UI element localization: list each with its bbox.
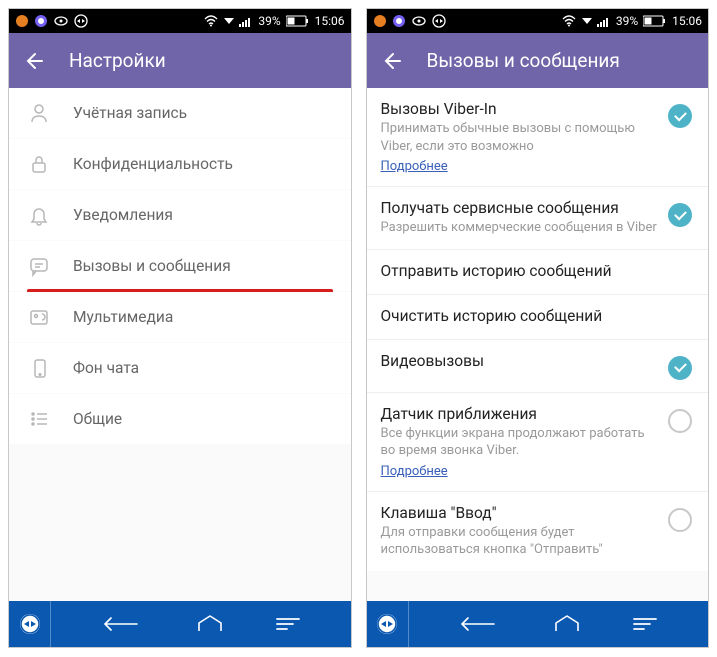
appbar-title: Настройки xyxy=(69,49,166,72)
list-icon xyxy=(27,408,51,430)
settings-row-label: Конфиденциальность xyxy=(73,155,233,173)
nav-home-icon[interactable] xyxy=(552,613,582,635)
setting-title: Датчик приближения xyxy=(381,405,659,423)
settings-list: Учётная запись Конфиденциальность Уведомле… xyxy=(9,88,351,601)
viber-icon xyxy=(34,14,48,28)
checkbox[interactable] xyxy=(668,356,692,380)
phone-right: 39% 15:06 Вызовы и сообщения Вызовы Vibe… xyxy=(366,8,710,648)
battery-icon xyxy=(286,15,310,27)
setting-title: Получать сервисные сообщения xyxy=(381,199,659,217)
bell-icon xyxy=(27,204,51,226)
settings-row-label: Мультимедиа xyxy=(73,308,173,326)
appbar-title: Вызовы и сообщения xyxy=(427,49,620,72)
setting-title: Вызовы Viber-In xyxy=(381,100,659,118)
settings-row-media[interactable]: Мультимедиа xyxy=(9,292,351,343)
settings-row-label: Фон чата xyxy=(73,359,139,377)
checkbox[interactable] xyxy=(668,104,692,128)
setting-item[interactable]: Видеовызовы xyxy=(367,339,709,392)
uc-icon xyxy=(15,14,29,28)
setting-item[interactable]: Очистить историю сообщений xyxy=(367,294,709,339)
viber-icon xyxy=(392,14,406,28)
settings-row-phone-rect[interactable]: Фон чата xyxy=(9,343,351,394)
nav-back-icon[interactable] xyxy=(458,613,502,635)
wifi-icon xyxy=(203,14,219,28)
navbar xyxy=(9,601,351,647)
clock-text: 15:06 xyxy=(315,14,345,28)
setting-item[interactable]: Датчик приближения Все функции экрана про… xyxy=(367,392,709,491)
setting-title: Очистить историю сообщений xyxy=(381,307,683,325)
back-arrow-icon[interactable] xyxy=(23,50,45,72)
back-arrow-icon[interactable] xyxy=(381,50,403,72)
settings-row-list[interactable]: Общие xyxy=(9,394,351,445)
setting-title: Отправить историю сообщений xyxy=(381,262,683,280)
wifi-icon xyxy=(561,14,577,28)
battery-text: 39% xyxy=(258,14,280,28)
navbar xyxy=(367,601,709,647)
nav-menu-icon[interactable] xyxy=(632,613,658,635)
carrot-down-icon xyxy=(224,14,234,28)
eye-icon xyxy=(411,14,427,28)
signal-icon xyxy=(597,14,611,28)
teamviewer-button[interactable] xyxy=(9,601,51,647)
carrot-down-icon xyxy=(582,14,592,28)
setting-title: Клавиша "Ввод" xyxy=(381,504,659,522)
more-link[interactable]: Подробнее xyxy=(381,159,448,174)
phone-left: 39% 15:06 Настройки Учётная запись Конфид… xyxy=(8,8,352,648)
calls-settings-list: Вызовы Viber-In Принимать обычные вызовы … xyxy=(367,88,709,601)
nav-back-icon[interactable] xyxy=(101,613,145,635)
setting-subtitle: Принимать обычные вызовы с помощью Viber… xyxy=(381,120,659,155)
settings-row-label: Уведомления xyxy=(73,206,173,224)
statusbar: 39% 15:06 xyxy=(9,9,351,33)
nav-menu-icon[interactable] xyxy=(275,613,301,635)
checkbox[interactable] xyxy=(668,508,692,532)
setting-subtitle: Все функции экрана продолжают работать в… xyxy=(381,425,659,460)
nav-home-icon[interactable] xyxy=(195,613,225,635)
settings-row-user[interactable]: Учётная запись xyxy=(9,88,351,139)
setting-title: Видеовызовы xyxy=(381,352,659,370)
checkbox[interactable] xyxy=(668,409,692,433)
setting-item[interactable]: Отправить историю сообщений xyxy=(367,249,709,294)
appbar: Вызовы и сообщения xyxy=(367,33,709,88)
lock-icon xyxy=(27,153,51,175)
battery-icon xyxy=(643,15,667,27)
eye-icon xyxy=(53,14,69,28)
setting-item[interactable]: Клавиша "Ввод" Для отправки сообщения буд… xyxy=(367,491,709,571)
phone-rect-icon xyxy=(27,357,51,379)
teamviewer-icon xyxy=(432,14,446,28)
settings-row-label: Учётная запись xyxy=(73,104,187,122)
settings-row-label: Вызовы и сообщения xyxy=(73,257,231,275)
setting-item[interactable]: Получать сервисные сообщения Разрешить ко… xyxy=(367,186,709,249)
uc-icon xyxy=(373,14,387,28)
settings-row-lock[interactable]: Конфиденциальность xyxy=(9,139,351,190)
setting-item[interactable]: Вызовы Viber-In Принимать обычные вызовы … xyxy=(367,88,709,186)
user-icon xyxy=(27,102,51,124)
clock-text: 15:06 xyxy=(672,14,702,28)
setting-subtitle: Для отправки сообщения будет использоват… xyxy=(381,524,659,559)
battery-text: 39% xyxy=(616,14,638,28)
teamviewer-icon xyxy=(74,14,88,28)
chat-icon xyxy=(27,255,51,277)
setting-subtitle: Разрешить коммерческие сообщения в Viber xyxy=(381,219,659,237)
appbar: Настройки xyxy=(9,33,351,88)
settings-row-bell[interactable]: Уведомления xyxy=(9,190,351,241)
statusbar: 39% 15:06 xyxy=(367,9,709,33)
settings-row-label: Общие xyxy=(73,410,122,428)
settings-row-chat[interactable]: Вызовы и сообщения xyxy=(9,241,351,292)
checkbox[interactable] xyxy=(668,203,692,227)
media-icon xyxy=(27,306,51,328)
more-link[interactable]: Подробнее xyxy=(381,464,448,479)
signal-icon xyxy=(239,14,253,28)
teamviewer-button[interactable] xyxy=(367,601,409,647)
